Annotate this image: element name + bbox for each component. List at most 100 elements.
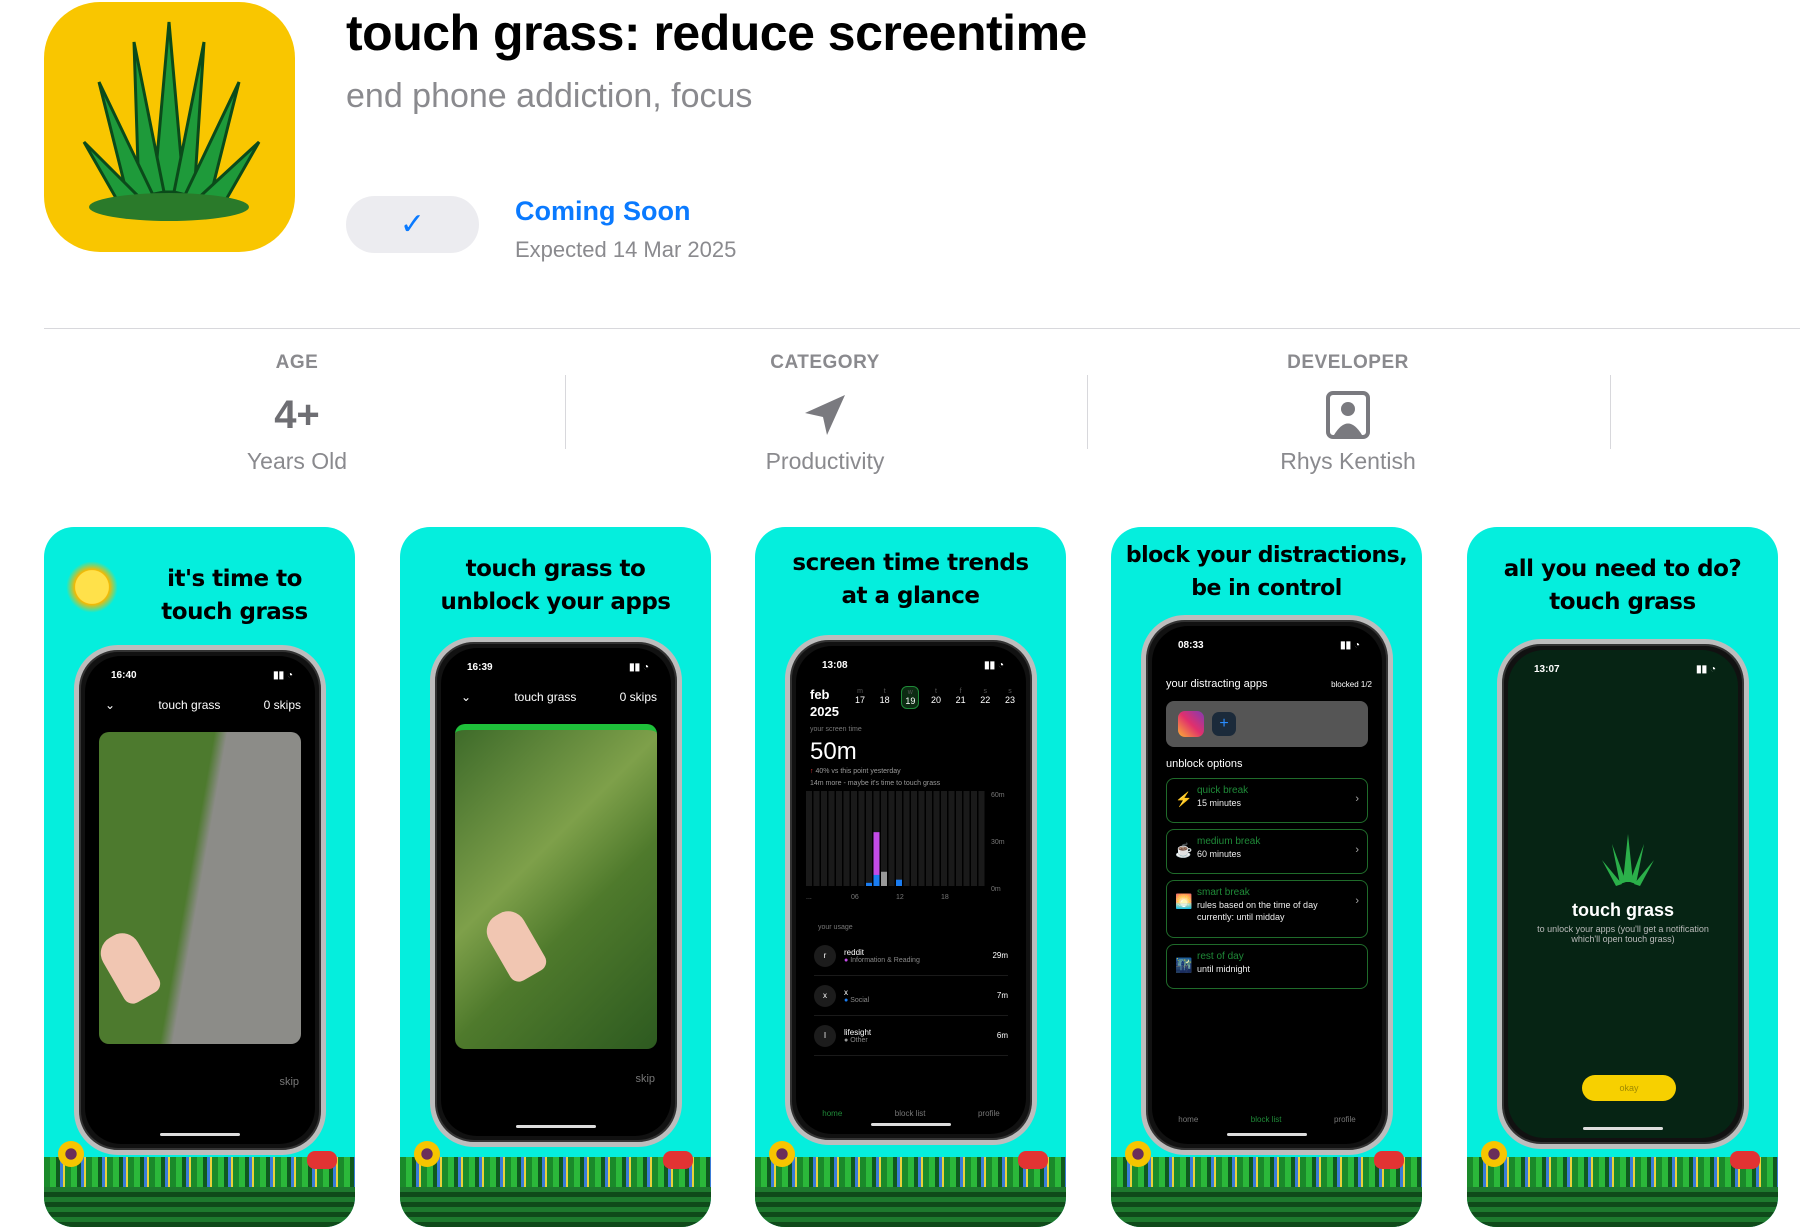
usage-row[interactable]: l lifesight ● Other 6m	[814, 1016, 1008, 1056]
sunflower-icon	[414, 1141, 440, 1167]
chart-column	[866, 791, 872, 886]
grass-icon	[1602, 834, 1654, 886]
screenshot-caption: touch grass to unblock your apps	[440, 556, 672, 615]
sun-icon	[66, 561, 118, 613]
section-label: your distracting apps	[1166, 678, 1268, 690]
screenshot-3[interactable]: screen time trends at a glance 13:08 ▮▮ ◔ …	[755, 527, 1066, 1227]
status-time: 16:40	[111, 670, 137, 681]
usage-row[interactable]: x x ● Social 7m	[814, 976, 1008, 1016]
phone-mockup: 08:33 ▮▮ ◔ your distracting apps blocked 1…	[1141, 615, 1393, 1155]
info-developer[interactable]: DEVELOPER Rhys Kentish	[1098, 352, 1598, 475]
chart-column	[903, 791, 910, 886]
unblock-option[interactable]: ⚡ quick break 15 minutes ›	[1166, 778, 1368, 823]
divider	[44, 328, 1800, 329]
chart-column	[896, 791, 902, 886]
chart-column	[836, 791, 842, 886]
screenshot-caption: all you need to do? touch grass	[1503, 556, 1742, 615]
section-label: your usage	[818, 924, 853, 931]
notify-button[interactable]: ✓	[346, 196, 479, 253]
tab-block-list[interactable]: block list	[1251, 1115, 1282, 1124]
info-detail: Rhys Kentish	[1280, 448, 1416, 474]
unblock-option[interactable]: ☕ medium break 60 minutes ›	[1166, 829, 1368, 874]
skip-button[interactable]: skip	[635, 1073, 655, 1085]
tab-block-list[interactable]: block list	[895, 1109, 926, 1118]
y-tick: 0m	[991, 886, 1001, 893]
x-tick: ...	[806, 894, 812, 901]
flower-icon	[1730, 1151, 1760, 1169]
add-app-button[interactable]: +	[1212, 712, 1236, 736]
arrow-up-icon: ↑	[810, 768, 814, 775]
unblock-options: ⚡ quick break 15 minutes › ☕ medium break 60 m…	[1156, 772, 1378, 989]
y-tick: 30m	[991, 839, 1005, 846]
day-item[interactable]: s 22	[977, 686, 993, 709]
day-item[interactable]: s 23	[1002, 686, 1018, 709]
skip-button[interactable]: skip	[279, 1076, 299, 1088]
screenshot-4[interactable]: block your distractions, be in control 08…	[1111, 527, 1422, 1227]
flower-icon	[663, 1151, 693, 1169]
camera-photo	[94, 732, 301, 1044]
chart-column	[806, 791, 812, 886]
y-tick: 60m	[991, 792, 1005, 799]
chart-column	[843, 791, 850, 886]
day-item[interactable]: m 17	[852, 686, 868, 709]
app-icon	[44, 2, 295, 252]
screenshot-caption: it's time to touch grass	[161, 566, 308, 625]
day-item[interactable]: w 19	[901, 686, 920, 709]
status-time: 13:08	[822, 660, 848, 671]
usage-row[interactable]: r reddit ● Information & Reading 29m	[814, 936, 1008, 976]
tab-profile[interactable]: profile	[978, 1109, 1000, 1118]
info-caption: CATEGORY	[770, 352, 880, 373]
day-item[interactable]: f 21	[953, 686, 969, 709]
grass-logo-icon	[82, 21, 261, 221]
chart-column	[888, 791, 895, 886]
chart-column	[828, 791, 835, 886]
sunflower-icon	[58, 1141, 84, 1167]
day-item[interactable]: t 20	[928, 686, 944, 709]
phone-mockup: 13:07 ▮▮ ◔ touch grass to unlock your app…	[1497, 639, 1749, 1149]
prompt-title: touch grass	[1571, 900, 1675, 920]
chevron-down-icon[interactable]: ⌄	[461, 690, 471, 704]
app-subtitle: end phone addiction, focus	[346, 77, 753, 115]
unblock-option[interactable]: 🌅 smart break rules based on the time of d…	[1166, 880, 1368, 938]
chart-bar	[881, 871, 887, 886]
skips-count: 0 skips	[619, 690, 657, 704]
chart-column	[821, 791, 827, 886]
phone-mockup: 16:39 ▮▮ ◔ ⌄ touch grass 0 skips skip	[430, 637, 682, 1147]
okay-button[interactable]: okay	[1582, 1075, 1676, 1101]
tab-home[interactable]: home	[822, 1109, 842, 1118]
unblock-option[interactable]: 🌃 rest of day until midnight	[1166, 944, 1368, 989]
expected-date: Expected 14 Mar 2025	[515, 237, 737, 262]
age-rating: 4+	[274, 392, 320, 437]
info-category[interactable]: CATEGORY Productivity	[575, 352, 1075, 475]
month-label: feb	[810, 687, 830, 702]
chart-bar	[866, 882, 872, 886]
x-tick: 18	[941, 894, 949, 901]
flower-icon	[1018, 1151, 1048, 1169]
day-item[interactable]: t 18	[877, 686, 893, 709]
usage-list: r reddit ● Information & Reading 29m x x ● Soc…	[814, 936, 1008, 1056]
section-label: unblock options	[1166, 758, 1243, 770]
chart-column	[948, 791, 955, 886]
total-screen-time: 50m	[810, 738, 857, 765]
checkmark-icon: ✓	[399, 208, 426, 241]
screen-header: touch grass	[158, 698, 221, 712]
screenshot-2[interactable]: touch grass to unblock your apps 16:39 ▮▮ …	[400, 527, 711, 1227]
tab-home[interactable]: home	[1178, 1115, 1198, 1124]
chevron-down-icon[interactable]: ⌄	[105, 698, 115, 712]
phone-mockup: 13:08 ▮▮ ◔ feb 2025 m 17 t 18 w 19 t 20 f 21 s 22 s 23 …	[785, 635, 1037, 1145]
info-caption: AGE	[275, 352, 319, 373]
day-picker: m 17 t 18 w 19 t 20 f 21 s 22 s 23	[852, 686, 1018, 709]
tab-profile[interactable]: profile	[1334, 1115, 1356, 1124]
chart-column	[933, 791, 940, 886]
screenshot-5[interactable]: all you need to do? touch grass 13:07 ▮▮ ◔…	[1467, 527, 1778, 1227]
instagram-icon[interactable]	[1178, 711, 1204, 737]
x-tick: 12	[896, 894, 904, 901]
sunflower-icon	[769, 1141, 795, 1167]
chart-bar	[873, 874, 880, 886]
screenshot-caption: block your distractions, be in control	[1125, 543, 1408, 601]
info-detail: Years Old	[246, 448, 348, 474]
chart-column	[926, 791, 932, 886]
screenshot-caption: screen time trends at a glance	[792, 550, 1029, 609]
divider	[1087, 375, 1088, 449]
screenshot-1[interactable]: it's time to touch grass 16:40 ▮▮ ◔ ⌄ touch…	[44, 527, 355, 1227]
